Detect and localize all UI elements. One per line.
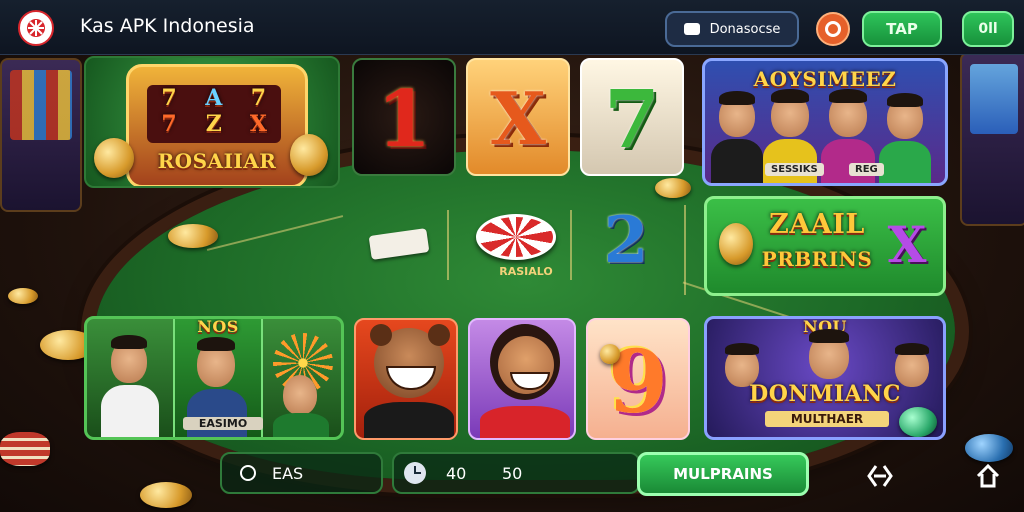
player-hair: [887, 93, 923, 107]
slot-title: ROSAIIAR: [157, 149, 277, 173]
timer-box: 40 50: [392, 452, 640, 494]
player-hair: [719, 91, 755, 105]
account-button[interactable]: Donasocse: [665, 11, 799, 47]
symbol-seven: 7: [604, 72, 660, 166]
reel-symbol: X: [249, 111, 268, 137]
home-icon[interactable]: [974, 462, 1002, 490]
slot-machine-frame: 7 7 A Z 7 X ROSAIIAR: [126, 64, 308, 186]
chip: [965, 434, 1013, 462]
reel-symbol: 7: [161, 111, 178, 137]
search-label: EAS: [272, 463, 304, 483]
player-strip-top-label: NOS: [197, 317, 239, 336]
dog-character-tile[interactable]: [468, 318, 576, 440]
search-box[interactable]: EAS: [220, 452, 383, 494]
dominance-tile[interactable]: NOU DONMIANC MULTHAER: [704, 316, 946, 440]
promo-line-2: PRBRINS: [761, 247, 873, 271]
player-hair: [895, 343, 929, 355]
clock-icon: [404, 462, 426, 484]
table-divider: [684, 205, 686, 295]
symbol-one: 1: [376, 74, 432, 165]
player-shirt: [879, 141, 931, 183]
coin: [8, 288, 38, 304]
circle-icon: [825, 21, 841, 37]
player-shirt: [101, 385, 159, 437]
symbol-x: X: [490, 76, 546, 161]
player-hair: [771, 89, 809, 103]
table-label: RASIALO: [499, 265, 553, 278]
background-slot-cabinet-left: [0, 58, 82, 212]
player-shirt: [187, 389, 247, 437]
bear-ear: [370, 324, 392, 346]
search-icon: [240, 465, 256, 481]
player-shirt: [711, 139, 763, 183]
record-button[interactable]: [816, 12, 850, 46]
coin: [140, 482, 192, 508]
wallet-icon: [683, 23, 700, 35]
multiplayer-button[interactable]: MULPRAINS: [637, 452, 809, 496]
slot-reel: 7 X: [240, 85, 278, 143]
number-two-chip-icon[interactable]: 2: [590, 208, 662, 274]
promo-tile[interactable]: ZAAIL PRBRINS X: [704, 196, 946, 296]
player-hair: [197, 337, 235, 351]
team-banner-tile[interactable]: AOYSIMEEZ SESSIKS REG: [702, 58, 948, 186]
slot-reel: 7 7: [150, 85, 188, 143]
coin: [168, 224, 218, 248]
dominance-line-2: MULTHAER: [765, 411, 889, 427]
promo-line-1: ZAAIL: [769, 209, 865, 240]
team-banner-label-left: SESSIKS: [765, 163, 824, 176]
top-bar: Kas APK Indonesia Donasocse TAP 0ll: [0, 0, 1024, 55]
reel-symbol: Z: [205, 111, 223, 137]
app-logo-icon[interactable]: [18, 10, 54, 46]
player-hair: [111, 335, 147, 349]
background-slot-cabinet-right: [960, 52, 1024, 226]
bear-shirt: [364, 402, 454, 438]
symbol-tile-x[interactable]: X: [466, 58, 570, 176]
slot-reel: A Z: [195, 85, 233, 143]
poker-chip-icon[interactable]: [476, 214, 556, 260]
table-divider: [570, 210, 572, 280]
reel-symbol: A: [205, 85, 223, 111]
number-nine-tile[interactable]: 9: [586, 318, 690, 440]
slot-reels: 7 7 A Z 7 X: [147, 85, 281, 143]
symbol-tile-seven[interactable]: 7: [580, 58, 684, 176]
coin-stack-icon: [290, 134, 328, 176]
reel-symbol: 7: [161, 85, 178, 111]
tap-button[interactable]: TAP: [862, 11, 942, 47]
bear-ear: [428, 324, 450, 346]
team-banner-label-right: REG: [849, 163, 884, 176]
dominance-line-1: DONMIANC: [749, 381, 901, 407]
player-shirt: [273, 413, 329, 437]
player-shirt: [763, 139, 817, 183]
slot-machine-game-tile[interactable]: 7 7 A Z 7 X ROSAIIAR: [84, 56, 340, 188]
coin-stack-icon: [719, 223, 753, 265]
account-button-label: Donasocse: [709, 21, 781, 37]
chip-stack: [0, 432, 50, 466]
app-title: Kas APK Indonesia: [80, 15, 255, 37]
reel-symbol: 7: [250, 85, 267, 111]
symbol-tile-one[interactable]: 1: [352, 58, 456, 176]
timer-right-value: 50: [502, 463, 523, 483]
pause-button[interactable]: 0ll: [962, 11, 1014, 47]
player-avatar: [283, 375, 317, 415]
player-hair: [809, 329, 849, 343]
coin: [655, 178, 691, 198]
share-icon[interactable]: [866, 462, 894, 490]
bear-character-tile[interactable]: [354, 318, 458, 440]
player-strip-bottom-label: EASIMO: [183, 417, 263, 430]
team-banner-title: AOYSIMEEZ: [753, 67, 897, 91]
table-divider: [447, 210, 449, 280]
coin-stack-icon: [94, 138, 134, 178]
player-strip-tile[interactable]: NOS EASIMO: [84, 316, 344, 440]
player-shirt: [821, 139, 875, 183]
promo-badge: X: [887, 215, 927, 274]
dog-shirt: [480, 406, 570, 438]
player-hair: [725, 343, 759, 355]
chip-icon: [899, 407, 937, 437]
player-hair: [829, 89, 867, 103]
timer-left-value: 40: [446, 463, 467, 483]
coin: [600, 344, 620, 364]
